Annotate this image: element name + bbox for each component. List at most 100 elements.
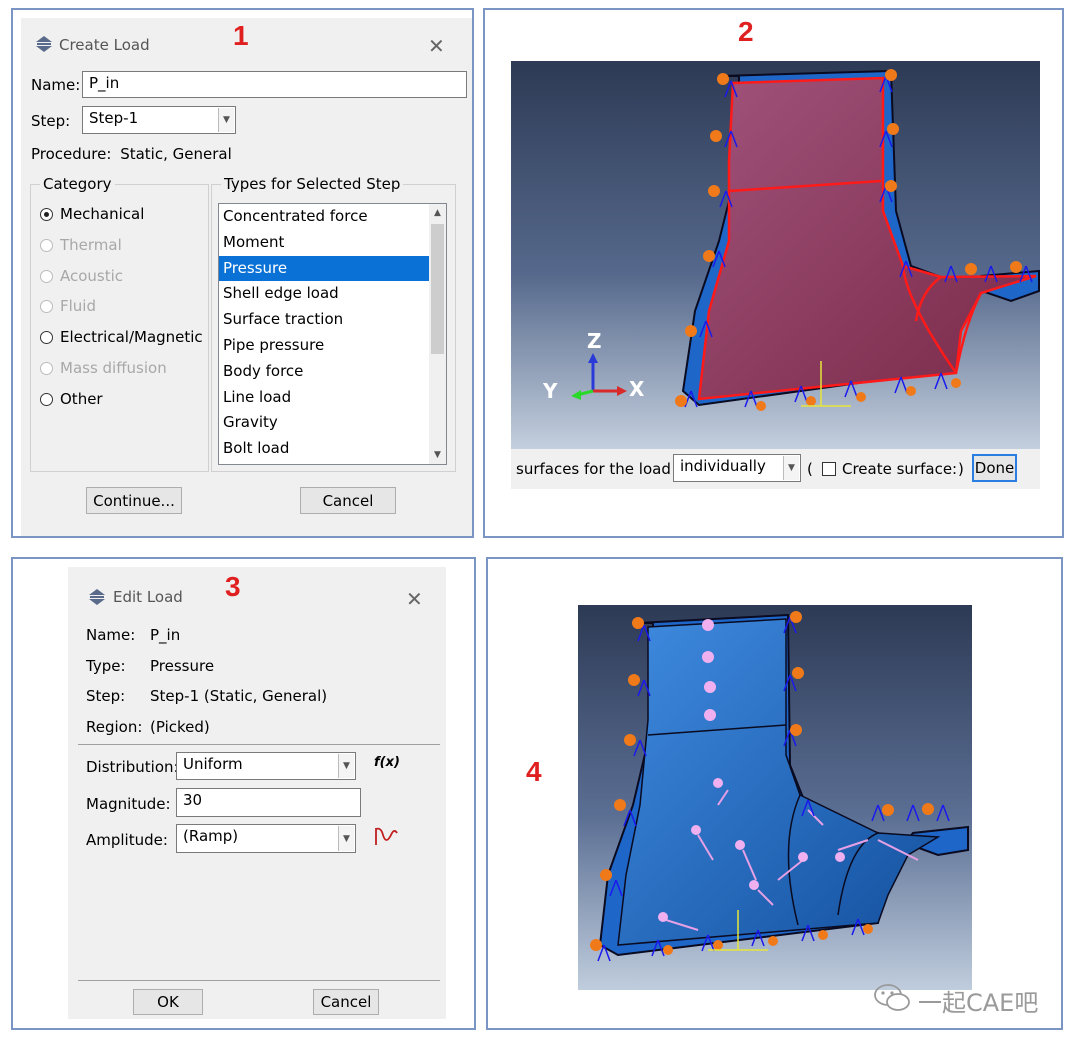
close-icon[interactable]: ✕ [428,34,445,58]
name-label: Name: [31,76,81,94]
list-item[interactable]: Body force [219,359,446,385]
prompt-text: surfaces for the load [516,460,671,478]
list-item[interactable]: Line load [219,385,446,411]
list-item[interactable]: Gravity [219,410,446,436]
step-select[interactable]: Step-1 ▼ [82,106,236,134]
radio-fluid-button [40,300,53,313]
step-label: Step: [86,687,126,705]
panel-edit-load: Edit Load ✕ Name: P_in Type: Pressure St… [11,557,476,1030]
type-value: Pressure [150,657,215,675]
region-value: (Picked) [150,718,210,736]
dialog-title: Create Load [59,36,150,54]
axis-y-label: Y [543,379,558,403]
radio-other-label: Other [60,390,103,408]
panel-create-load: Create Load ✕ Name: P_in Step: Step-1 ▼ … [11,8,474,538]
step-label: Step: [31,112,71,130]
create-surface-checkbox[interactable] [822,462,836,476]
radio-electrical-button[interactable] [40,331,53,344]
chevron-down-icon[interactable]: ▼ [338,826,354,851]
selection-mode-value: individually [680,457,766,475]
cancel-button[interactable]: Cancel [313,989,379,1015]
magnitude-field[interactable]: 30 [176,788,361,817]
step-number: 1 [233,20,249,51]
edit-load-dialog: Edit Load ✕ Name: P_in Type: Pressure St… [68,567,446,1019]
step-number: 3 [225,571,241,602]
name-label: Name: [86,626,136,644]
radio-fluid-label: Fluid [60,297,96,315]
radio-other-button[interactable] [40,393,53,406]
radio-mechanical-label: Mechanical [60,205,145,223]
continue-button[interactable]: Continue... [86,487,182,514]
fx-button[interactable]: f(x) [374,755,400,770]
radio-electrical-label: Electrical/Magnetic [60,328,203,346]
load-dialog-icon [88,589,106,609]
panel-loaded-model: 4 一起CAE吧 [486,557,1063,1030]
list-item[interactable]: Surface traction [219,307,446,333]
list-item[interactable]: Moment [219,230,446,256]
cancel-button[interactable]: Cancel [300,487,396,514]
radio-thermal-label: Thermal [60,236,122,254]
step-select-value: Step-1 [89,109,139,127]
amplitude-create-icon[interactable] [373,825,399,851]
amplitude-value: (Ramp) [183,827,239,845]
selection-mode-select[interactable]: individually ▼ [673,454,801,482]
list-item[interactable]: Concentrated force [219,204,446,230]
procedure-label-text: Procedure: [31,145,112,163]
dialog-title: Edit Load [113,588,183,606]
category-title: Category [40,175,115,193]
model-viewport[interactable] [578,605,972,990]
region-label: Region: [86,718,143,736]
close-icon[interactable]: ✕ [406,587,423,611]
list-item[interactable]: Bolt load [219,436,446,462]
types-list[interactable]: Concentrated force Moment Pressure Shell… [218,203,447,465]
step-number: 4 [526,756,542,787]
scroll-up-icon[interactable]: ▲ [429,208,446,218]
distribution-value: Uniform [183,755,243,773]
step-number: 2 [738,16,754,47]
type-label: Type: [86,657,126,675]
axis-x-label: X [629,377,645,401]
model-viewport[interactable]: Z Y X [511,61,1040,449]
list-item[interactable]: Pipe pressure [219,333,446,359]
radio-mass-diffusion-label: Mass diffusion [60,359,167,377]
ok-button[interactable]: OK [133,989,203,1015]
close-paren: ) [958,460,964,478]
amplitude-select[interactable]: (Ramp) ▼ [176,824,356,853]
model-scene [578,605,972,990]
open-paren: ( [807,460,813,478]
distribution-select[interactable]: Uniform ▼ [176,752,356,780]
divider [78,980,440,981]
scroll-thumb[interactable] [431,224,444,354]
list-item[interactable]: Shell edge load [219,281,446,307]
procedure-value: Static, General [120,145,232,163]
load-dialog-icon [35,36,53,56]
radio-acoustic-button [40,270,53,283]
prompt-area: surfaces for the load individually ▼ ( C… [511,449,1040,489]
list-item[interactable]: Pressure [219,255,446,282]
distribution-label: Distribution: [86,758,179,776]
radio-mechanical-button[interactable] [40,208,53,221]
radio-thermal-button [40,239,53,252]
magnitude-label: Magnitude: [86,795,171,813]
chevron-down-icon[interactable]: ▼ [218,108,234,132]
types-title: Types for Selected Step [221,175,404,193]
radio-acoustic-label: Acoustic [60,267,124,285]
procedure-label: Procedure: Static, General [31,145,232,163]
chevron-down-icon[interactable]: ▼ [338,754,354,778]
step-value: Step-1 (Static, General) [150,687,328,705]
amplitude-label: Amplitude: [86,831,168,849]
chevron-down-icon[interactable]: ▼ [783,456,799,480]
scroll-down-icon[interactable]: ▼ [429,450,446,460]
axis-z-label: Z [587,329,602,353]
wechat-icon [873,982,911,1018]
global-triad: Z Y X [541,329,651,409]
types-scrollbar[interactable]: ▲ ▼ [429,204,446,464]
name-field[interactable]: P_in [82,71,467,98]
done-button[interactable]: Done [972,454,1017,482]
create-surface-label: Create surface: [842,460,958,478]
panel-select-surfaces: 2 Z Y X surfaces for the load individual… [483,8,1064,538]
create-load-dialog: Create Load ✕ Name: P_in Step: Step-1 ▼ … [21,18,472,536]
watermark-text: 一起CAE吧 [918,989,1039,1017]
divider [78,744,440,745]
name-value: P_in [150,626,181,644]
